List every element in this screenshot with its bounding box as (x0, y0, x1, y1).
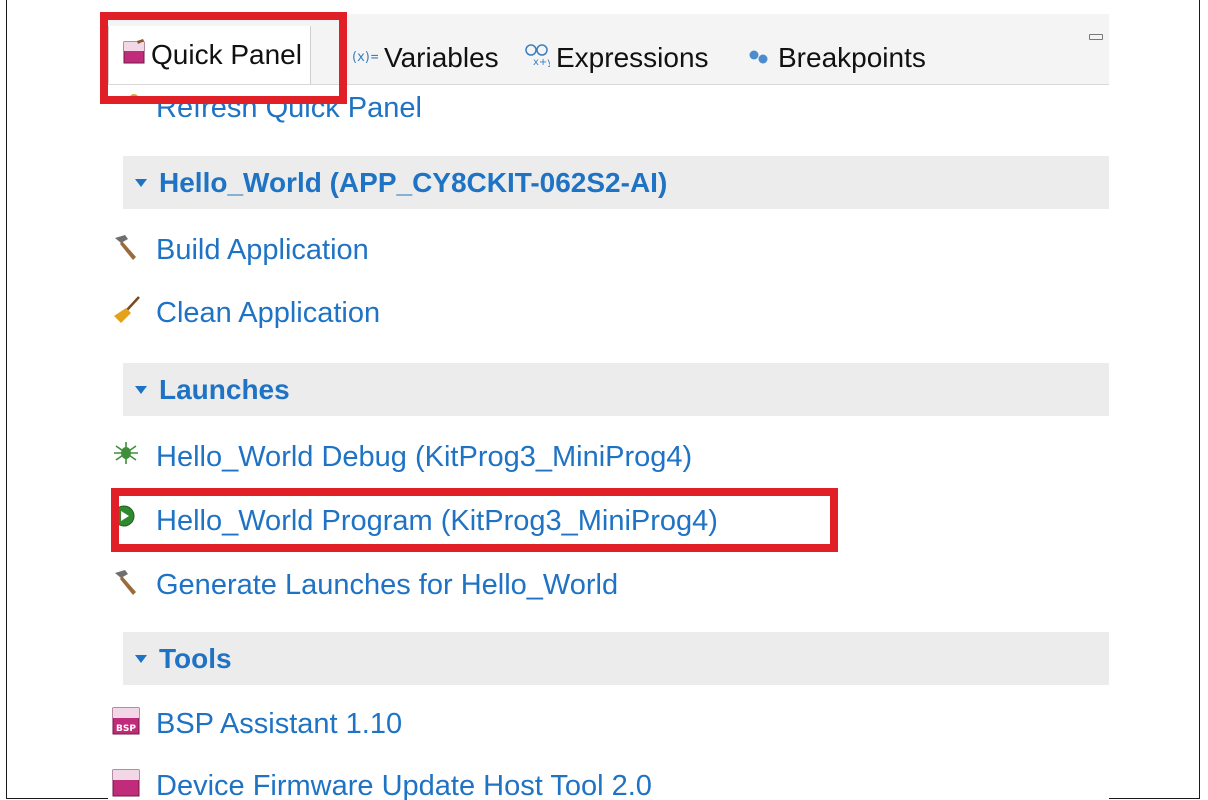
variables-icon: (x)= (352, 42, 381, 74)
tab-quick-panel[interactable]: Quick Panel (108, 26, 311, 84)
tab-breakpoints[interactable]: Breakpoints (748, 40, 926, 76)
section-launches[interactable]: Launches (123, 363, 1109, 416)
hammer-icon (112, 233, 142, 263)
build-application-link[interactable]: Build Application (115, 230, 369, 270)
view-tab-bar: Quick Panel (x)= Variables x+y (108, 14, 1109, 85)
chevron-down-icon (135, 654, 147, 663)
clean-application-link[interactable]: Clean Application (114, 293, 381, 333)
link-label: Hello_World Program (KitProg3_MiniProg4) (156, 504, 718, 537)
link-label: BSP Assistant 1.10 (156, 707, 403, 740)
chevron-down-icon (135, 385, 147, 394)
quick-panel-view: Quick Panel (x)= Variables x+y (108, 14, 1109, 800)
generate-launches-link[interactable]: Generate Launches for Hello_World (115, 565, 619, 605)
tab-label: Variables (384, 42, 499, 73)
svg-text:(x)=: (x)= (352, 50, 378, 65)
refresh-quick-panel-link[interactable]: Refresh Quick Panel (129, 88, 422, 128)
tab-variables[interactable]: (x)= Variables (352, 40, 499, 76)
section-hello-world[interactable]: Hello_World (APP_CY8CKIT-062S2-AI) (123, 156, 1109, 209)
section-title: Hello_World (APP_CY8CKIT-062S2-AI) (159, 166, 668, 198)
minimize-button[interactable] (1089, 34, 1103, 40)
bsp-icon: BSP (112, 707, 142, 737)
tab-label: Quick Panel (151, 39, 302, 70)
debug-launch-link[interactable]: Hello_World Debug (KitProg3_MiniProg4) (114, 437, 693, 477)
svg-text:x+y: x+y (533, 57, 550, 67)
breakpoints-icon (748, 42, 772, 74)
link-label: Refresh Quick Panel (156, 91, 422, 124)
chevron-down-icon (135, 178, 147, 187)
tab-label: Expressions (556, 42, 709, 73)
broom-icon (112, 296, 142, 326)
quick-panel-icon (123, 38, 145, 72)
run-icon (112, 504, 142, 534)
tab-expressions[interactable]: x+y Expressions (524, 40, 709, 76)
window-frame: Quick Panel (x)= Variables x+y (6, 0, 1200, 800)
link-label: Generate Launches for Hello_World (156, 568, 619, 601)
tab-label: Breakpoints (778, 42, 926, 73)
section-title: Launches (159, 373, 290, 405)
dfu-tool-icon (112, 769, 142, 799)
dfu-host-tool-link[interactable]: Device Firmware Update Host Tool 2.0 (112, 766, 652, 800)
hammer-icon (112, 568, 142, 598)
svg-text:BSP: BSP (116, 724, 136, 734)
section-tools[interactable]: Tools (123, 632, 1109, 685)
link-label: Hello_World Debug (KitProg3_MiniProg4) (156, 440, 693, 473)
refresh-icon (112, 91, 142, 121)
section-title: Tools (159, 642, 232, 674)
link-label: Clean Application (156, 296, 381, 329)
program-launch-link[interactable]: Hello_World Program (KitProg3_MiniProg4) (113, 501, 718, 541)
expressions-icon: x+y (524, 42, 553, 74)
link-label: Build Application (156, 233, 369, 266)
bug-icon (112, 440, 142, 470)
bsp-assistant-link[interactable]: BSP BSP Assistant 1.10 (112, 704, 403, 744)
link-label: Device Firmware Update Host Tool 2.0 (156, 769, 652, 800)
